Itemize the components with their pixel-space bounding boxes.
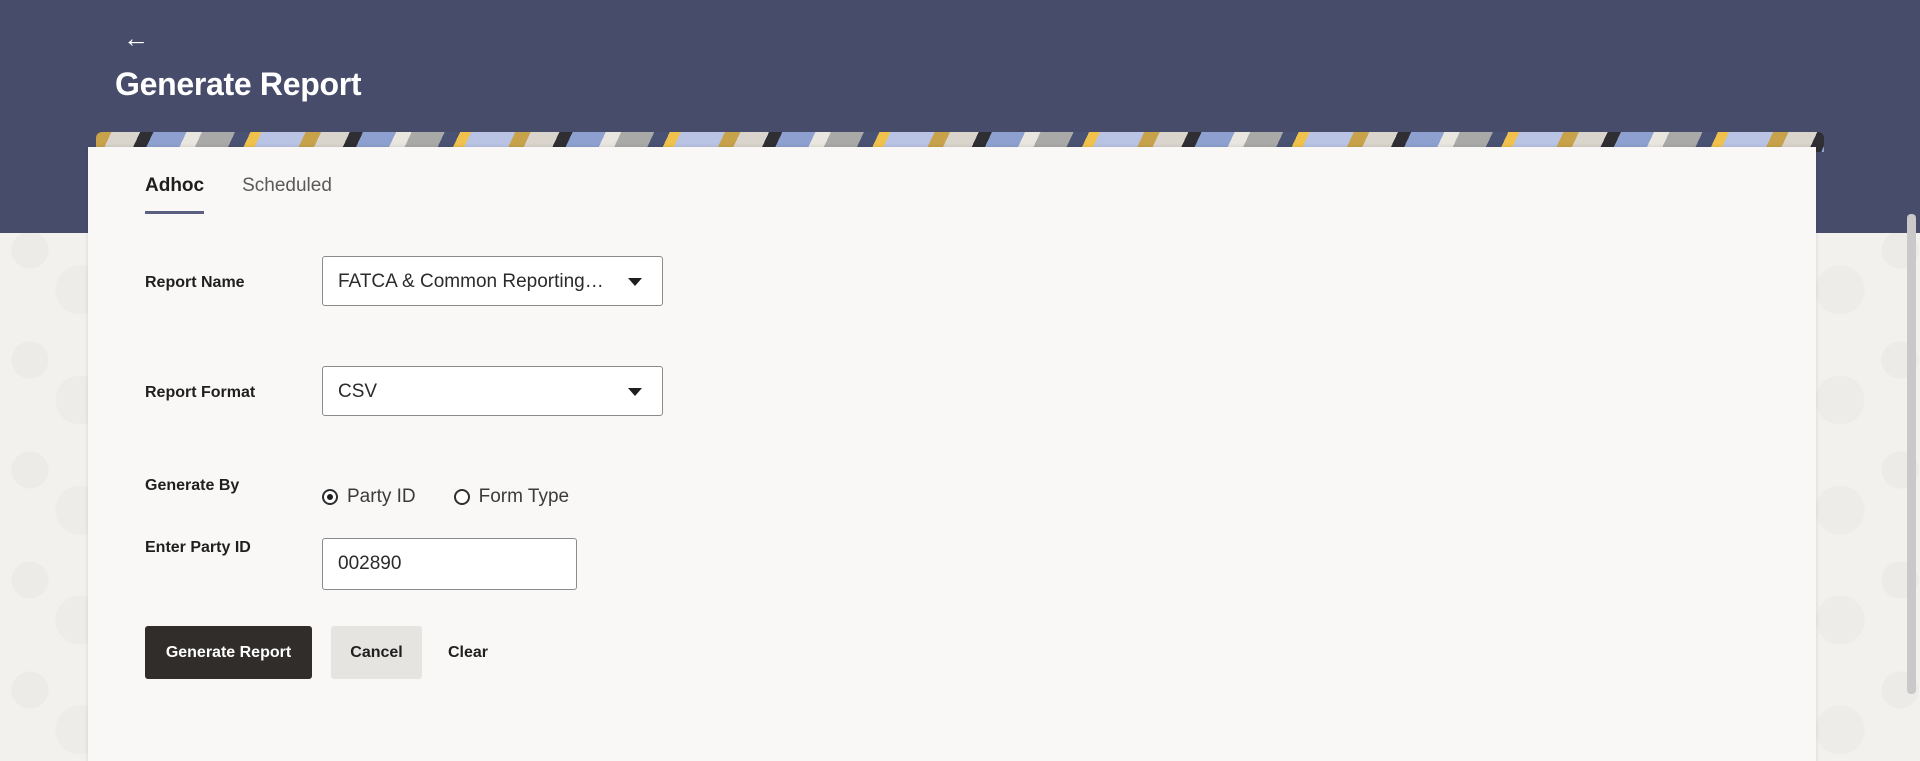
page-scrollbar[interactable] <box>1907 214 1916 694</box>
party-id-input[interactable] <box>322 538 577 590</box>
radio-party-id-label: Party ID <box>347 486 416 507</box>
radio-form-type-label: Form Type <box>478 486 570 507</box>
cancel-button[interactable]: Cancel <box>331 626 422 679</box>
generate-by-label: Generate By <box>145 477 240 494</box>
report-name-select[interactable]: FATCA & Common Reporting Standard Report <box>322 256 663 306</box>
chevron-down-icon <box>628 278 642 286</box>
report-format-select[interactable]: CSV <box>322 366 663 416</box>
radio-checked-icon[interactable] <box>322 489 338 505</box>
report-name-label: Report Name <box>145 274 245 291</box>
page-title: Generate Report <box>115 66 362 102</box>
report-name-value: FATCA & Common Reporting Standard Report <box>338 271 608 292</box>
chevron-down-icon <box>628 388 642 396</box>
report-tabs: Adhoc Scheduled <box>145 175 332 214</box>
generate-by-radio-group: Party ID Form Type <box>322 486 569 508</box>
radio-unchecked-icon[interactable] <box>453 489 470 505</box>
radio-form-type[interactable]: Form Type <box>453 486 570 508</box>
page: ← Generate Report Adhoc Scheduled Report… <box>0 0 1920 761</box>
party-id-label: Enter Party ID <box>145 539 251 556</box>
tab-adhoc[interactable]: Adhoc <box>145 175 205 214</box>
radio-party-id[interactable]: Party ID <box>322 486 416 508</box>
report-format-value: CSV <box>338 381 378 402</box>
report-form-card: Adhoc Scheduled Report Name FATCA & Comm… <box>88 147 1816 761</box>
generate-report-button[interactable]: Generate Report <box>145 626 312 679</box>
report-format-label: Report Format <box>145 384 256 401</box>
clear-button[interactable]: Clear <box>441 626 495 679</box>
back-arrow-icon[interactable]: ← <box>120 22 152 54</box>
tab-scheduled[interactable]: Scheduled <box>242 175 332 214</box>
